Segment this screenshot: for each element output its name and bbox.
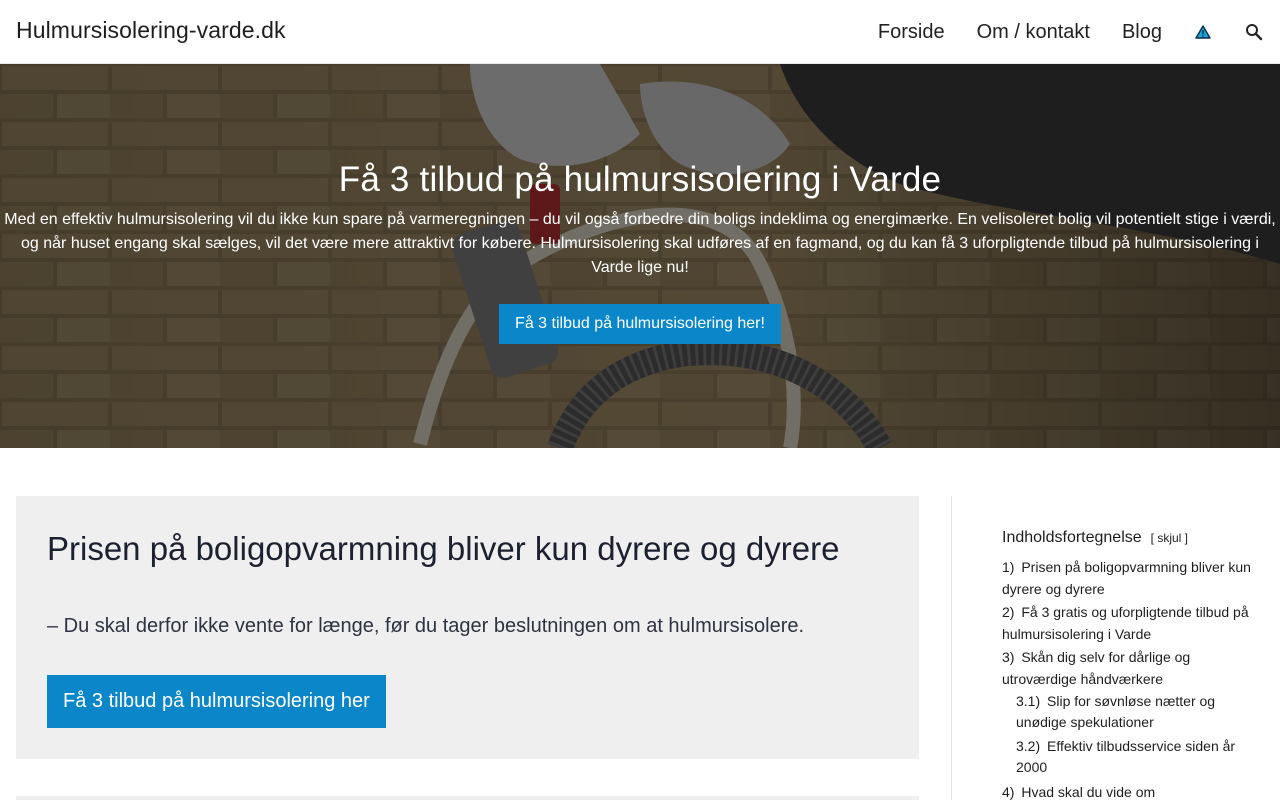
hero-content: Få 3 tilbud på hulmursisolering i Varde … xyxy=(0,158,1280,344)
toc-item[interactable]: 3) Skån dig selv for dårlige og utroværd… xyxy=(1002,646,1252,690)
hero-cta-button[interactable]: Få 3 tilbud på hulmursisolering her! xyxy=(499,304,781,344)
toc-item-label: Prisen på boligopvarmning bliver kun dyr… xyxy=(1002,559,1251,597)
toc-item-label: Hvad skal du vide om xyxy=(1021,784,1156,800)
nav-link-om-kontakt[interactable]: Om / kontakt xyxy=(977,21,1090,44)
toc-list: 1) Prisen på boligopvarmning bliver kun … xyxy=(1002,556,1252,800)
toc-item[interactable]: 4) Hvad skal du vide om xyxy=(1002,781,1252,800)
main-nav: Forside Om / kontakt Blog xyxy=(878,0,1280,64)
sidebar-divider xyxy=(951,496,952,800)
section-subtitle: – Du skal derfor ikke vente for længe, f… xyxy=(47,615,805,637)
toc-item[interactable]: 2) Få 3 gratis og uforpligtende tilbud p… xyxy=(1002,601,1252,645)
toc-header: Indholdsfortegnelse [ skjul ] xyxy=(1002,528,1252,548)
toc-item[interactable]: 1) Prisen på boligopvarmning bliver kun … xyxy=(1002,556,1252,600)
site-header: Hulmursisolering-varde.dk Forside Om / k… xyxy=(0,0,1280,64)
table-of-contents: Indholdsfortegnelse [ skjul ] 1) Prisen … xyxy=(1002,528,1252,800)
toc-item-label: Effektiv tilbudsservice siden år 2000 xyxy=(1016,738,1236,775)
toc-item-number: 1) xyxy=(1002,559,1015,575)
search-icon[interactable] xyxy=(1244,22,1264,42)
toc-item-label: Skån dig selv for dårlige og utroværdige… xyxy=(1002,649,1191,687)
quote-cta-button[interactable]: Få 3 tilbud på hulmursisolering her xyxy=(47,675,386,728)
toc-subitem[interactable]: 3.2) Effektiv tilbudsservice siden år 20… xyxy=(1002,736,1252,778)
toc-item-number: 4) xyxy=(1002,784,1015,800)
toc-item-number: 3) xyxy=(1002,649,1015,665)
toc-toggle-link[interactable]: [ skjul ] xyxy=(1151,531,1188,545)
hero-text: Med en effektiv hulmursisolering vil du … xyxy=(4,211,1276,276)
toc-item-number: 3.2) xyxy=(1016,738,1041,754)
site-title[interactable]: Hulmursisolering-varde.dk xyxy=(16,17,286,44)
warning-triangle-icon[interactable] xyxy=(1194,23,1212,41)
nav-link-blog[interactable]: Blog xyxy=(1122,21,1162,44)
next-content-box xyxy=(16,796,919,800)
hero-section: Få 3 tilbud på hulmursisolering i Varde … xyxy=(0,64,1280,448)
price-info-box: Prisen på boligopvarmning bliver kun dyr… xyxy=(16,496,919,759)
toc-item-label: Få 3 gratis og uforpligtende tilbud på h… xyxy=(1002,604,1249,642)
toc-subitem[interactable]: 3.1) Slip for søvnløse nætter og unødige… xyxy=(1002,691,1252,733)
hero-title: Få 3 tilbud på hulmursisolering i Varde xyxy=(338,160,942,199)
toc-title: Indholdsfortegnelse xyxy=(1002,529,1142,546)
section-title: Prisen på boligopvarmning bliver kun dyr… xyxy=(47,530,840,567)
toc-item-number: 2) xyxy=(1002,604,1015,620)
toc-item-label: Slip for søvnløse nætter og unødige spek… xyxy=(1016,693,1216,730)
nav-link-forside[interactable]: Forside xyxy=(878,21,945,44)
toc-item-number: 3.1) xyxy=(1016,693,1041,709)
